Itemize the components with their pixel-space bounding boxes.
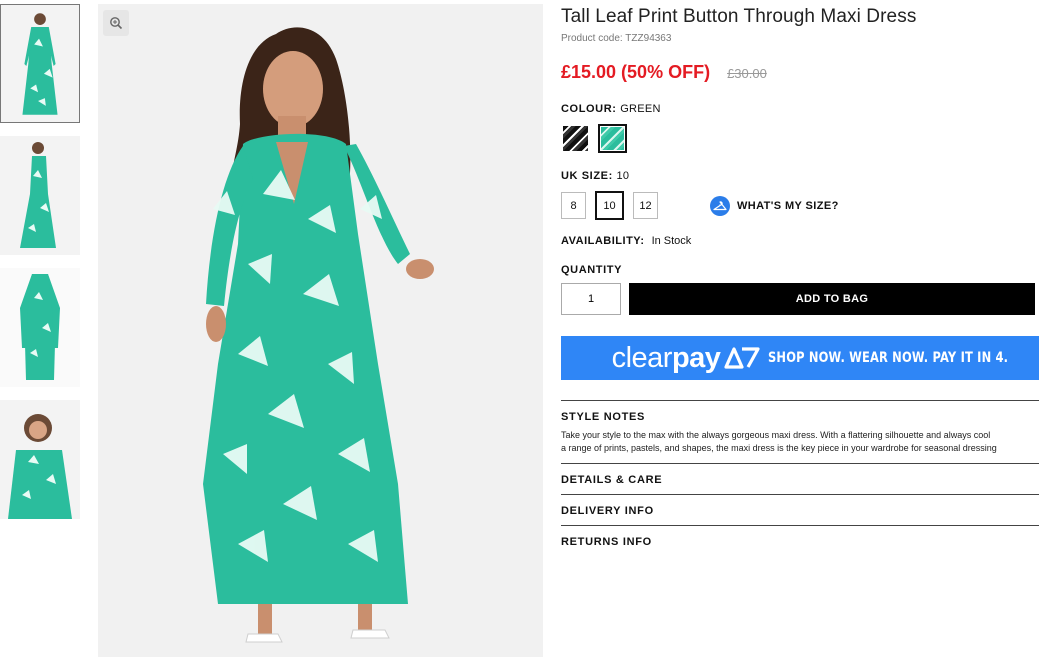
clearpay-logo-bold: pay (671, 341, 721, 374)
zoom-button[interactable] (103, 10, 129, 36)
thumbnail-flat-image (0, 268, 80, 387)
size-value: 10 (616, 170, 630, 182)
thumbnail-flat[interactable] (0, 268, 80, 387)
product-code: Product code: TZZ94363 (561, 33, 672, 44)
price-row: £15.00 (50% OFF) £30.00 (561, 62, 1039, 83)
clearpay-logo-light: clear (611, 341, 673, 374)
zoom-icon (110, 17, 123, 30)
clearpay-logo: clearpay (612, 342, 721, 375)
quantity-input[interactable] (561, 283, 621, 315)
availability-label: AVAILABILITY: (561, 235, 645, 247)
green-print-swatch-fill (601, 127, 624, 150)
green-print-swatch[interactable] (598, 124, 627, 153)
style-notes-header[interactable]: STYLE NOTES (561, 401, 1039, 431)
thumbnail-side[interactable] (0, 136, 80, 255)
colour-label: COLOUR: GREEN (561, 103, 1039, 115)
details-care-section: DETAILS & CARE (561, 463, 1039, 494)
returns-info-section: RETURNS INFO (561, 525, 1039, 556)
details-care-header[interactable]: DETAILS & CARE (561, 464, 1039, 494)
colour-value: GREEN (620, 103, 661, 115)
product-title: Tall Leaf Print Button Through Maxi Dres… (561, 6, 917, 27)
black-print-swatch-fill (563, 126, 588, 151)
clearpay-arrows-icon (724, 347, 761, 369)
thumbnail-gallery (0, 4, 82, 532)
black-print-swatch[interactable] (561, 124, 590, 153)
availability-value: In Stock (651, 235, 692, 247)
thumbnail-closeup-image (0, 400, 80, 519)
clearpay-slogan: SHOP NOW. WEAR NOW. PAY IT IN 4. (768, 350, 1009, 366)
style-notes-section: STYLE NOTES Take your style to the max w… (561, 400, 1039, 463)
add-to-bag-button[interactable]: ADD TO BAG (629, 283, 1035, 315)
size-label: UK SIZE: 10 (561, 170, 1039, 182)
thumbnail-side-image (0, 136, 80, 255)
main-product-image[interactable] (98, 4, 543, 657)
delivery-info-section: DELIVERY INFO (561, 494, 1039, 525)
colour-swatches (561, 124, 1039, 153)
colour-label-key: COLOUR: (561, 103, 617, 115)
was-price: £30.00 (727, 66, 767, 81)
style-notes-line-2: a range of prints, pastels, and shapes, … (561, 443, 997, 453)
size-label-key: UK SIZE: (561, 170, 613, 182)
size-option-8[interactable]: 8 (561, 192, 586, 219)
thumbnail-closeup[interactable] (0, 400, 80, 519)
size-option-12[interactable]: 12 (633, 192, 658, 219)
availability: AVAILABILITY: In Stock (561, 235, 1039, 247)
model-photo (98, 4, 543, 657)
hanger-icon (710, 195, 730, 216)
quantity-label: QUANTITY (561, 264, 623, 276)
style-notes-body: Take your style to the max with the alwa… (561, 429, 1039, 463)
delivery-info-header[interactable]: DELIVERY INFO (561, 495, 1039, 525)
returns-info-header[interactable]: RETURNS INFO (561, 526, 1039, 556)
size-option-10[interactable]: 10 (595, 191, 624, 220)
size-options: 8 10 12 WHAT'S MY SIZE? (561, 191, 1039, 220)
quantity-row: ADD TO BAG (561, 283, 1039, 315)
sale-price: £15.00 (50% OFF) (561, 62, 711, 82)
whats-my-size-label: WHAT'S MY SIZE? (737, 199, 839, 212)
thumbnail-front-image (1, 5, 79, 122)
thumbnail-front[interactable] (0, 4, 80, 123)
product-info-panel: Tall Leaf Print Button Through Maxi Dres… (561, 0, 1039, 556)
style-notes-line-1: Take your style to the max with the alwa… (561, 430, 991, 440)
clearpay-banner[interactable]: clearpay SHOP NOW. WEAR NOW. PAY IT IN 4… (561, 336, 1039, 380)
whats-my-size-link[interactable]: WHAT'S MY SIZE? (710, 195, 839, 216)
